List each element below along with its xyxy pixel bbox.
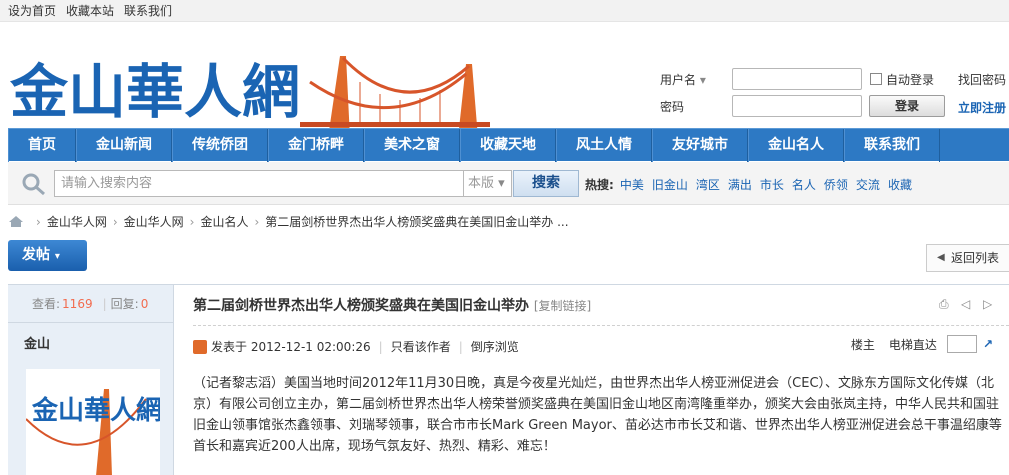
username-input[interactable] [732, 68, 862, 90]
floor-nav: 楼主 电梯直达 ↗ [851, 335, 993, 353]
search-input[interactable]: 请输入搜索内容 [54, 170, 464, 197]
search-button[interactable]: 搜索 [513, 170, 579, 197]
breadcrumb-current: 第二届剑桥世界杰出华人榜颁奖盛典在美国旧金山举办 ... [265, 215, 569, 229]
reverse-order-link[interactable]: 倒序浏览 [471, 338, 519, 355]
set-homepage-link[interactable]: 设为首页 [8, 2, 56, 19]
reply-count: 0 [140, 296, 149, 311]
bookmark-link[interactable]: 收藏本站 [66, 2, 114, 19]
avatar-logo-text: 金山華人網 [31, 395, 160, 426]
nav-item-sister-cities[interactable]: 友好城市 [652, 129, 748, 162]
copy-link[interactable]: [复制链接] [534, 299, 591, 313]
forgot-password-link[interactable]: 找回密码 [958, 71, 1006, 88]
post-time: 发表于 2012-12-1 02:00:26 [211, 340, 371, 354]
nav-item-associations[interactable]: 传统侨团 [172, 129, 268, 162]
nav-item-customs[interactable]: 风土人情 [556, 129, 652, 162]
nav-item-golden-gate[interactable]: 金门桥畔 [268, 129, 364, 162]
nav-item-home[interactable]: 首页 [8, 129, 76, 162]
thread-title: 第二届剑桥世界杰出华人榜颁奖盛典在美国旧金山举办 [复制链接] [193, 298, 592, 314]
hot-term[interactable]: 市长 [760, 176, 784, 193]
hot-term[interactable]: 交流 [856, 176, 880, 193]
author-sidebar: 查看: 1169 | 回复: 0 金山 金山華人網 [8, 285, 174, 475]
back-arrow-icon: ◀ [937, 252, 945, 263]
thread-stats: 查看: 1169 | 回复: 0 [8, 285, 173, 323]
top-bar: 设为首页 收藏本站 联系我们 [0, 0, 1009, 22]
thread: 查看: 1169 | 回复: 0 金山 金山華人網 第二届剑桥世界杰出华人榜颁奖盛典… [8, 284, 1009, 475]
hot-term[interactable]: 旧金山 [652, 176, 688, 193]
remember-checkbox[interactable] [870, 73, 882, 85]
chevron-down-icon: ▾ [498, 176, 505, 191]
jump-arrow-icon[interactable]: ↗ [983, 337, 993, 351]
search-bar: 请输入搜索内容 本版 ▾ 搜索 热搜: 中美 旧金山 湾区 满出 市长 名人 侨… [8, 162, 1009, 205]
only-author-link[interactable]: 只看该作者 [391, 338, 451, 355]
hot-term[interactable]: 名人 [792, 176, 816, 193]
header: 金山華人網 用户名 ▾ 自动登录 密码 登录 找回密码 立即注册 [0, 22, 1009, 138]
thread-tools: ⎙ ◁ ▷ [931, 297, 997, 311]
remember-label: 自动登录 [886, 72, 935, 87]
nav-item-contact[interactable]: 联系我们 [844, 129, 940, 162]
next-thread-icon[interactable]: ▷ [983, 297, 997, 311]
hot-term[interactable]: 满出 [728, 176, 752, 193]
prev-thread-icon[interactable]: ◁ [961, 297, 975, 311]
breadcrumb: › 金山华人网 › 金山华人网 › 金山名人 › 第二届剑桥世界杰出华人榜颁奖盛… [8, 213, 569, 230]
back-to-list-button[interactable]: ◀ 返回列表 [926, 244, 1009, 272]
floor-label: 楼主 [850, 337, 875, 352]
password-input[interactable] [732, 95, 862, 117]
breadcrumb-item[interactable]: 金山名人 [200, 213, 248, 230]
hot-search-label: 热搜: [585, 178, 614, 192]
chevron-right-icon: › [189, 214, 195, 229]
username-label: 用户名 ▾ [660, 72, 706, 87]
author-name[interactable]: 金山 [8, 323, 173, 367]
logo-text: 金山華人網 [10, 58, 300, 126]
hot-term[interactable]: 中美 [620, 176, 644, 193]
breadcrumb-item[interactable]: 金山华人网 [124, 213, 184, 230]
breadcrumb-item[interactable]: 金山华人网 [47, 213, 107, 230]
login-button[interactable]: 登录 [869, 95, 945, 117]
chevron-right-icon: › [254, 214, 260, 229]
post-meta: 发表于 2012-12-1 02:00:26 | 只看该作者 | 倒序浏览 [193, 338, 519, 355]
hot-search: 热搜: 中美 旧金山 湾区 满出 市长 名人 侨领 交流 收藏 [585, 176, 920, 193]
nav-item-art[interactable]: 美术之窗 [364, 129, 460, 162]
nav-item-collection[interactable]: 收藏天地 [460, 129, 556, 162]
hot-term[interactable]: 侨领 [824, 176, 848, 193]
avatar[interactable]: 金山華人網 [26, 369, 160, 475]
register-link[interactable]: 立即注册 [958, 99, 1006, 116]
contact-link[interactable]: 联系我们 [124, 2, 172, 19]
floor-jump-input[interactable] [946, 335, 977, 353]
post-icon [193, 339, 207, 354]
hot-term[interactable]: 收藏 [888, 176, 912, 193]
search-icon [22, 173, 45, 196]
post-body: （记者黎志滔）美国当地时间2012年11月30日晚，真是今夜星光灿烂，由世界杰出… [193, 376, 1002, 454]
print-icon[interactable]: ⎙ [939, 297, 953, 311]
new-post-button[interactable]: 发帖 ▾ [8, 240, 87, 271]
divider [193, 325, 1009, 326]
post-content: 第二届剑桥世界杰出华人榜颁奖盛典在美国旧金山举办 [复制链接] ⎙ ◁ ▷ 发表… [175, 285, 1009, 475]
jump-label: 电梯直达 [888, 337, 937, 352]
nav-item-news[interactable]: 金山新闻 [76, 129, 172, 162]
view-count: 1169 [62, 296, 93, 311]
search-scope-select[interactable]: 本版 ▾ [464, 170, 512, 197]
chevron-down-icon[interactable]: ▾ [700, 73, 706, 87]
main-nav: 首页 金山新闻 传统侨团 金门桥畔 美术之窗 收藏天地 风土人情 友好城市 金山… [8, 128, 1009, 162]
home-icon[interactable] [8, 215, 24, 228]
chevron-right-icon: › [112, 214, 118, 229]
hot-term[interactable]: 湾区 [696, 176, 720, 193]
chevron-down-icon: ▾ [54, 251, 60, 262]
password-label: 密码 [660, 99, 685, 114]
nav-item-celebrities[interactable]: 金山名人 [748, 129, 844, 162]
chevron-right-icon: › [36, 214, 41, 229]
